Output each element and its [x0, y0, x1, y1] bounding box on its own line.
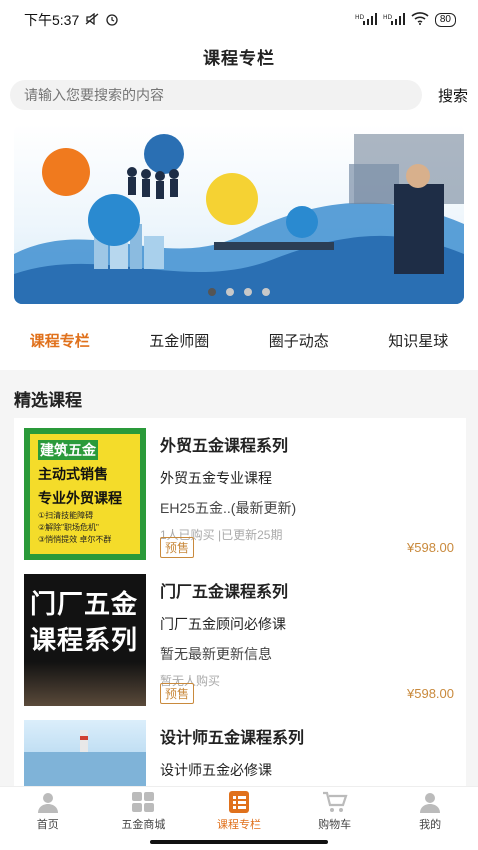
tabbar-courses[interactable]: 课程专栏 — [191, 787, 287, 836]
tab-hardware-circle[interactable]: 五金师圈 — [145, 330, 213, 366]
user-icon — [37, 793, 58, 813]
signal-icon: HD — [383, 12, 405, 28]
cover-line: 建筑五金 — [38, 440, 98, 460]
tabbar-label: 购物车 — [318, 819, 352, 831]
carousel-dot[interactable] — [244, 288, 252, 296]
cover-note: ①扫清技能障碍 — [38, 511, 94, 520]
list-icon — [228, 791, 249, 813]
banner-carousel[interactable] — [14, 124, 464, 304]
lighthouse-icon — [24, 730, 146, 790]
course-cover — [24, 720, 146, 790]
page-title: 课程专栏 — [203, 49, 275, 68]
tabbar-store[interactable]: 五金商城 — [96, 787, 192, 836]
course-subtitle: 门厂五金顾问必修课 — [160, 616, 286, 632]
tabbar-label: 课程专栏 — [216, 819, 261, 831]
course-subtitle: 外贸五金专业课程 — [160, 470, 272, 486]
tabbar-label: 五金商城 — [121, 819, 166, 831]
tabbar-profile[interactable]: 我的 — [382, 787, 478, 836]
status-time: 下午5:37 — [24, 12, 80, 28]
course-price: ¥598.00 — [407, 686, 454, 701]
tabbar-cart[interactable]: 购物车 — [287, 787, 383, 836]
wifi-icon — [411, 12, 429, 28]
alarm-icon — [105, 12, 119, 29]
course-subtitle: 设计师五金必修课 — [160, 762, 272, 778]
grid-icon — [132, 792, 155, 812]
cover-note: ③悄悄提效 卓尔不群 — [38, 535, 112, 544]
battery-indicator: 80 — [434, 13, 456, 27]
mute-icon — [85, 12, 99, 28]
carousel-indicator — [14, 288, 464, 296]
cover-line: 主动式销售 — [38, 466, 108, 482]
carousel-dot[interactable] — [262, 288, 270, 296]
carousel-dot[interactable] — [226, 288, 234, 296]
category-tabs: 课程专栏 五金师圈 圈子动态 知识星球 — [0, 330, 478, 374]
course-item[interactable]: 门厂五金 课程系列 门厂五金课程系列 门厂五金顾问必修课 暂无最新更新信息 暂无… — [24, 574, 454, 706]
banner-illustration — [14, 134, 464, 304]
course-cover: 门厂五金 课程系列 — [24, 574, 146, 706]
cover-line: 门厂五金 — [30, 589, 139, 619]
course-title: 外贸五金课程系列 — [160, 438, 289, 455]
search-input[interactable] — [10, 80, 422, 110]
signal-icon: HD — [355, 12, 377, 28]
svg-text:HD: HD — [383, 14, 393, 21]
course-title: 门厂五金课程系列 — [160, 584, 289, 601]
svg-text:HD: HD — [355, 14, 365, 21]
tabbar-label: 首页 — [36, 819, 59, 831]
carousel-dot[interactable] — [208, 288, 216, 296]
status-bar: 下午5:37 HD HD 80 — [0, 0, 478, 40]
course-price: ¥598.00 — [407, 540, 454, 555]
cover-note: ②解除"职场危机" — [38, 523, 99, 532]
course-update: EH25五金..(最新更新) — [160, 500, 297, 516]
course-list: 建筑五金 主动式销售 专业外贸课程 ①扫清技能障碍 ②解除"职场危机" ③悄悄提… — [14, 418, 466, 790]
bottom-tabbar: 首页 五金商城 课程专栏 购物车 我的 — [0, 786, 478, 836]
section-title: 精选课程 — [14, 391, 82, 410]
course-item[interactable]: 设计师五金课程系列 设计师五金必修课 — [24, 720, 454, 790]
search-button[interactable]: 搜索 — [422, 85, 468, 106]
cover-line: 专业外贸课程 — [38, 490, 122, 506]
tab-circle-feed[interactable]: 圈子动态 — [265, 330, 333, 366]
course-title: 设计师五金课程系列 — [160, 730, 305, 747]
tab-knowledge-planet[interactable]: 知识星球 — [384, 330, 452, 366]
home-indicator[interactable] — [150, 840, 328, 844]
course-update: 暂无最新更新信息 — [160, 646, 272, 662]
course-item[interactable]: 建筑五金 主动式销售 专业外贸课程 ①扫清技能障碍 ②解除"职场危机" ③悄悄提… — [24, 428, 454, 560]
search-bar: 搜索 — [10, 80, 468, 110]
tabbar-home[interactable]: 首页 — [0, 787, 96, 836]
course-cover: 建筑五金 主动式销售 专业外贸课程 ①扫清技能障碍 ②解除"职场危机" ③悄悄提… — [24, 428, 146, 560]
cover-line: 课程系列 — [30, 625, 139, 655]
tab-course-column[interactable]: 课程专栏 — [25, 330, 94, 374]
presale-badge: 预售 — [160, 537, 195, 558]
presale-badge: 预售 — [160, 683, 195, 704]
cart-icon — [322, 791, 348, 812]
tabbar-label: 我的 — [419, 819, 442, 831]
user-icon — [420, 793, 441, 813]
